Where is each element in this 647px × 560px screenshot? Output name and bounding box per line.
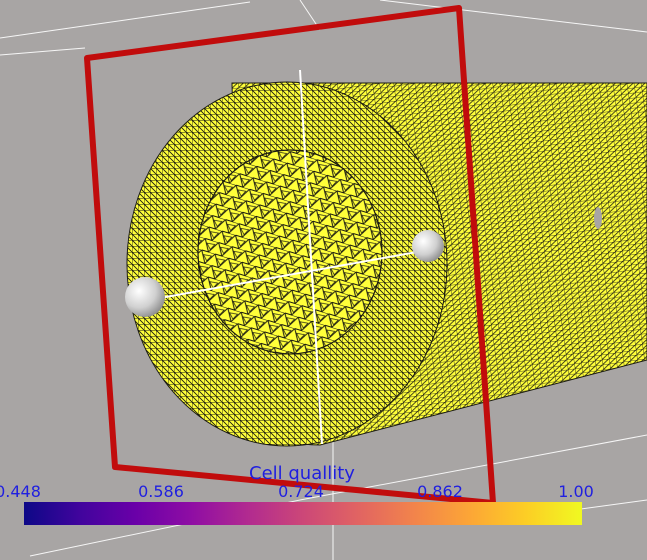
colorbar-title: Cell quallity: [249, 463, 355, 484]
colorbar-tick-label: 1.00: [558, 482, 594, 501]
colorbar-tick-label: 0.586: [138, 482, 184, 501]
side-hole: [594, 207, 602, 229]
widget-handle-sphere-right[interactable]: [412, 230, 444, 262]
render-viewport[interactable]: Cell quallity 0.448 0.586 0.724 0.862 1.…: [0, 0, 647, 560]
widget-handle-sphere-left[interactable]: [125, 277, 165, 317]
triangulated-core-region: [197, 149, 383, 355]
colorbar-tick-label: 0.448: [0, 482, 41, 501]
colorbar-gradient: [24, 502, 582, 525]
colorbar-tick-label: 0.724: [278, 482, 324, 501]
colorbar-tick-label: 0.862: [417, 482, 463, 501]
